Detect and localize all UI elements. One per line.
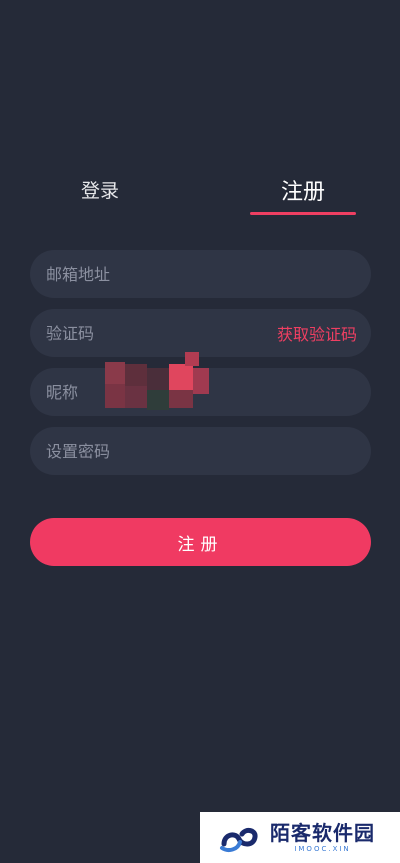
tab-login[interactable]: 登录 xyxy=(60,176,140,203)
tab-register[interactable]: 注册 xyxy=(250,174,356,206)
watermark-title: 陌客软件园 xyxy=(270,820,375,845)
watermark-subtitle: IMOOC.XIN xyxy=(294,844,351,853)
password-input[interactable] xyxy=(44,440,357,462)
auth-tabs: 登录 注册 xyxy=(0,170,400,220)
get-code-button[interactable]: 获取验证码 xyxy=(277,321,357,345)
register-submit-button[interactable]: 注册 xyxy=(30,518,371,566)
site-watermark: 陌客软件园 IMOOC.XIN xyxy=(200,812,400,863)
email-field[interactable] xyxy=(30,250,371,298)
email-input[interactable] xyxy=(44,263,357,285)
verification-code-input[interactable] xyxy=(44,322,269,344)
watermark-text: 陌客软件园 IMOOC.XIN xyxy=(270,823,375,853)
tab-active-indicator xyxy=(250,212,356,215)
password-field[interactable] xyxy=(30,427,371,475)
cloud-infinity-logo-icon xyxy=(220,827,258,852)
pixelated-redaction xyxy=(103,350,211,412)
